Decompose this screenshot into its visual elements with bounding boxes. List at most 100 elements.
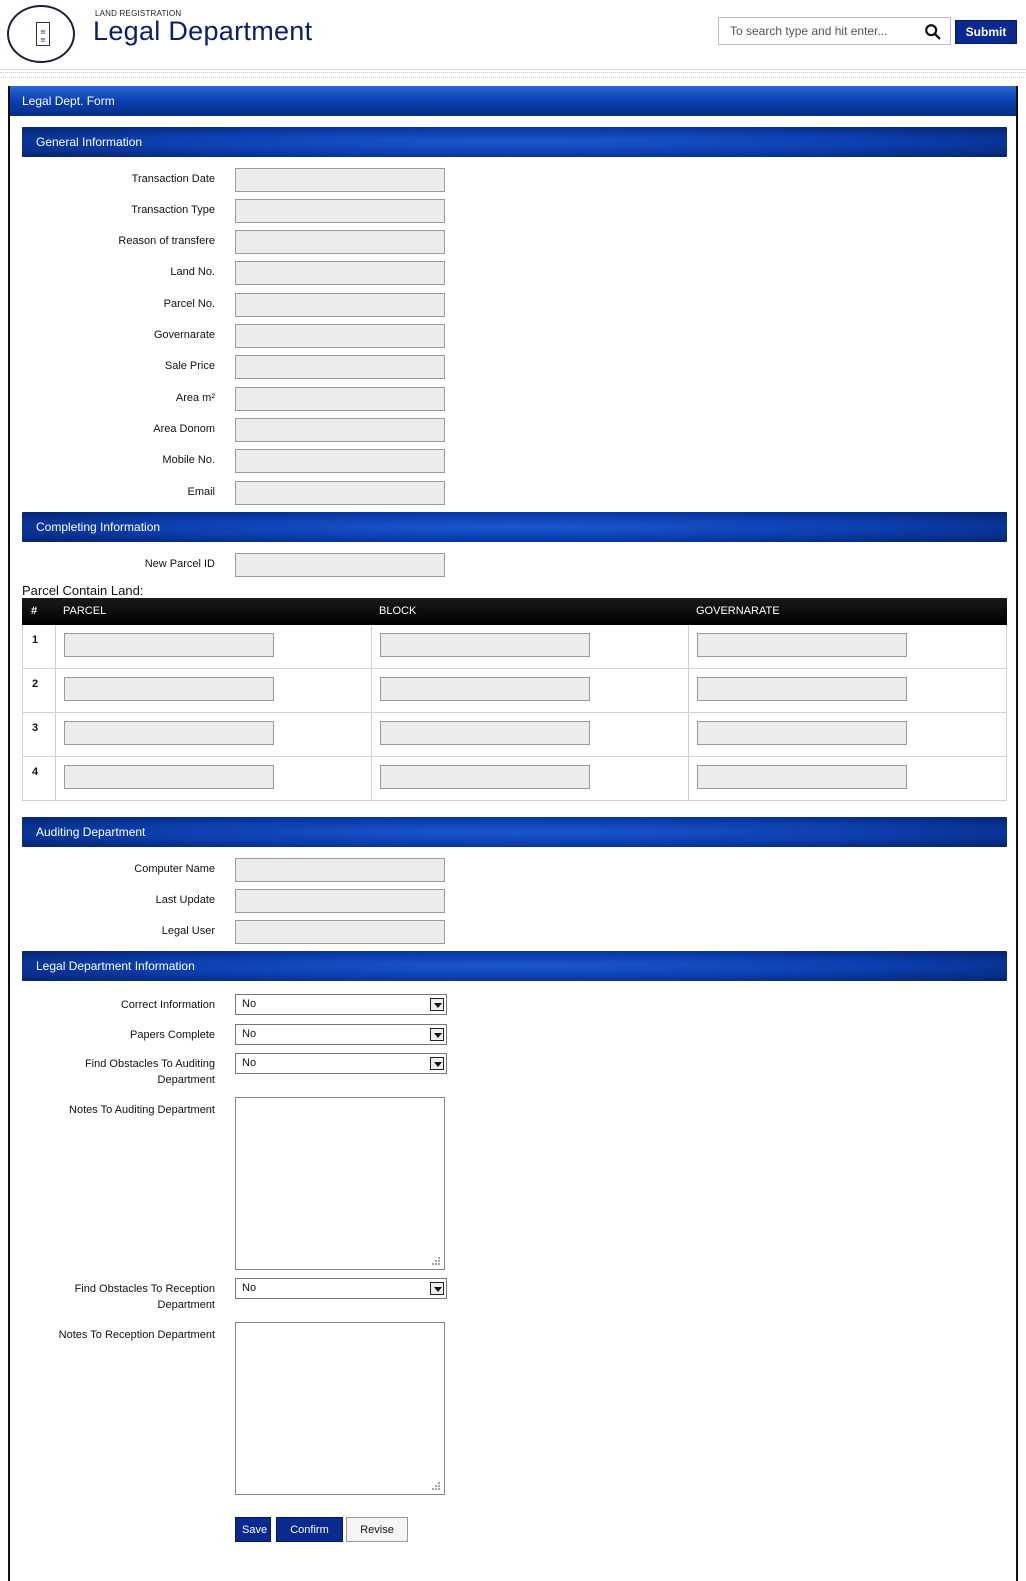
chevron-down-icon[interactable] — [430, 1057, 444, 1070]
field-label: New Parcel ID — [144, 558, 215, 570]
table-row: 3 — [22, 713, 1007, 757]
legal-user-input[interactable] — [235, 920, 445, 944]
field-label: Area m² — [175, 392, 215, 404]
governarate-cell-input[interactable] — [697, 721, 907, 745]
field-label: Last Update — [155, 894, 215, 906]
area-donom-input[interactable] — [235, 418, 445, 442]
area-m2-input[interactable] — [235, 387, 445, 411]
table-row: 4 — [22, 757, 1007, 801]
parcel-input[interactable] — [64, 721, 274, 745]
column-header-governarate: GOVERNARATE — [696, 605, 780, 617]
land-no-input[interactable] — [235, 261, 445, 285]
email-input[interactable] — [235, 481, 445, 505]
parcel-no-input[interactable] — [235, 293, 445, 317]
section-completing-information: Completing Information — [22, 512, 1007, 542]
transaction-date-input[interactable] — [235, 168, 445, 192]
field-mobile-no: Mobile No. — [22, 449, 502, 473]
resize-grip-icon[interactable] — [431, 1481, 441, 1491]
chevron-down-icon[interactable] — [430, 998, 444, 1011]
block-input[interactable] — [380, 633, 590, 657]
revise-button[interactable]: Revise — [346, 1517, 408, 1542]
last-update-input[interactable] — [235, 889, 445, 913]
column-header-parcel: PARCEL — [63, 605, 107, 617]
table-row: 1 — [22, 625, 1007, 669]
row-number: 4 — [32, 766, 39, 778]
section-general-information: General Information — [22, 127, 1007, 157]
notes-reception-textarea[interactable] — [235, 1322, 445, 1495]
section-auditing-department: Auditing Department — [22, 817, 1007, 847]
field-area-donom: Area Donom — [22, 418, 502, 442]
field-find-obstacles-reception: Find Obstacles To Reception Department N… — [22, 1278, 502, 1314]
find-obstacles-reception-select[interactable]: No — [235, 1278, 447, 1299]
row-number: 3 — [32, 722, 39, 734]
governarate-cell-input[interactable] — [697, 765, 907, 789]
field-label: Find Obstacles To Auditing Department — [84, 1058, 215, 1086]
governarate-cell-input[interactable] — [697, 677, 907, 701]
field-computer-name: Computer Name — [22, 858, 502, 882]
computer-name-input[interactable] — [235, 858, 445, 882]
field-label: Mobile No. — [162, 454, 215, 466]
new-parcel-id-input[interactable] — [235, 553, 445, 577]
chevron-down-icon[interactable] — [430, 1282, 444, 1295]
field-label: Find Obstacles To Reception Department — [74, 1283, 215, 1311]
field-reason-of-transfer: Reason of transfere — [22, 230, 502, 254]
header-divider — [0, 72, 1026, 78]
field-find-obstacles-auditing: Find Obstacles To Auditing Department No — [22, 1053, 502, 1089]
papers-complete-select[interactable]: No — [235, 1024, 447, 1045]
field-label: Reason of transfere — [118, 235, 215, 247]
section-legal-department-information: Legal Department Information — [22, 951, 1007, 981]
governarate-input[interactable] — [235, 324, 445, 348]
governarate-cell-input[interactable] — [697, 633, 907, 657]
block-input[interactable] — [380, 721, 590, 745]
field-land-no: Land No. — [22, 261, 502, 285]
form-title-bar: Legal Dept. Form — [10, 86, 1016, 116]
resize-grip-icon[interactable] — [431, 1256, 441, 1266]
reason-of-transfer-input[interactable] — [235, 230, 445, 254]
selected-value: No — [242, 998, 257, 1010]
field-label: Notes To Auditing Department — [69, 1104, 215, 1116]
search-input[interactable] — [719, 18, 919, 44]
selected-value: No — [242, 1057, 257, 1069]
parcel-input[interactable] — [64, 633, 274, 657]
field-label: Correct Information — [120, 999, 215, 1011]
parcel-input[interactable] — [64, 765, 274, 789]
notes-auditing-textarea[interactable] — [235, 1097, 445, 1270]
field-label: Notes To Reception Department — [58, 1329, 215, 1341]
sale-price-input[interactable] — [235, 355, 445, 379]
block-input[interactable] — [380, 765, 590, 789]
field-label: Sale Price — [164, 360, 215, 372]
confirm-button[interactable]: Confirm — [276, 1517, 343, 1542]
find-obstacles-auditing-select[interactable]: No — [235, 1053, 447, 1074]
column-header-number: # — [31, 605, 38, 617]
block-input[interactable] — [380, 677, 590, 701]
transaction-type-input[interactable] — [235, 199, 445, 223]
parcel-table-header: # PARCEL BLOCK GOVERNARATE — [22, 598, 1007, 625]
field-label: Governarate — [153, 329, 215, 341]
parcel-table-caption: Parcel Contain Land: — [22, 583, 144, 598]
submit-button[interactable]: Submit — [955, 20, 1017, 44]
legal-form-panel: Legal Dept. Form General Information Tra… — [8, 86, 1018, 1581]
correct-information-select[interactable]: No — [235, 994, 447, 1015]
parcel-input[interactable] — [64, 677, 274, 701]
selected-value: No — [242, 1028, 257, 1040]
row-number: 1 — [32, 634, 39, 646]
table-row: 2 — [22, 669, 1007, 713]
field-label: Transaction Date — [131, 173, 215, 185]
logo-emblem-icon: ≡ ≡ — [36, 22, 50, 46]
field-label: Parcel No. — [163, 298, 215, 310]
field-area-m2: Area m² — [22, 387, 502, 411]
field-parcel-no: Parcel No. — [22, 293, 502, 317]
mobile-no-input[interactable] — [235, 449, 445, 473]
search-icon[interactable] — [924, 23, 942, 41]
field-transaction-date: Transaction Date — [22, 168, 502, 192]
field-label: Land No. — [170, 266, 215, 278]
field-label: Area Donom — [153, 423, 215, 435]
search-box — [718, 17, 951, 45]
chevron-down-icon[interactable] — [430, 1028, 444, 1041]
save-button[interactable]: Save — [235, 1517, 271, 1542]
field-label: Legal User — [161, 925, 215, 937]
field-label: Transaction Type — [131, 204, 215, 216]
site-header: ≡≡ LAND REGISTRATION Legal Department Su… — [0, 0, 1026, 70]
field-governarate: Governarate — [22, 324, 502, 348]
field-last-update: Last Update — [22, 889, 502, 913]
